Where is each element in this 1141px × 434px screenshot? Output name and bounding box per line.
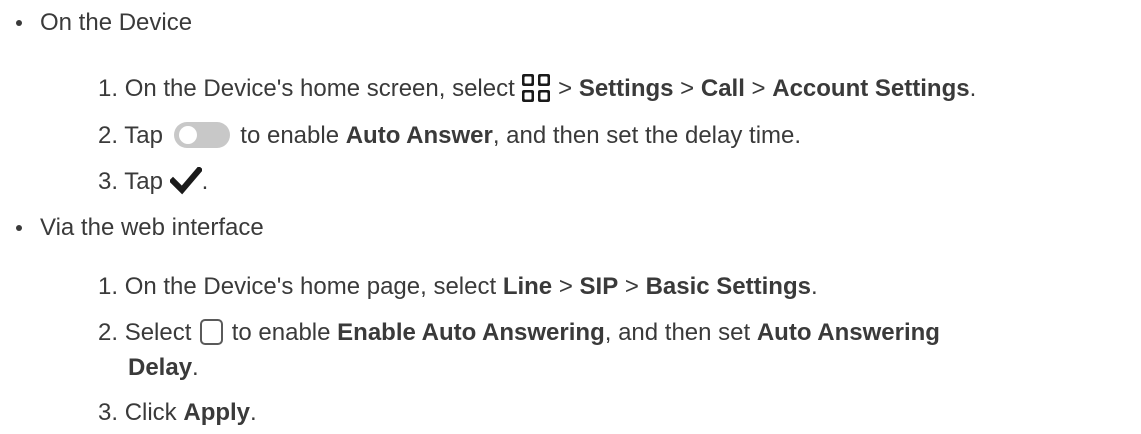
separator: >	[618, 273, 646, 300]
period: .	[810, 273, 818, 300]
step-number: 3.	[98, 399, 119, 426]
separator: >	[673, 75, 701, 102]
menu-sip: SIP	[579, 273, 619, 300]
menu-settings: Settings	[578, 75, 674, 102]
toggle-switch-icon	[173, 121, 230, 148]
section-title-device: On the Device	[40, 8, 192, 38]
step-number: 1.	[98, 273, 119, 300]
button-apply-label: Apply	[183, 399, 251, 426]
step-text: to enable	[233, 122, 346, 149]
menu-basic-settings: Basic Settings	[645, 273, 811, 300]
option-auto-answering-delay-cont: Delay	[128, 354, 193, 381]
step-number: 2.	[98, 122, 119, 149]
separator: >	[551, 75, 579, 102]
step-number: 2.	[98, 319, 119, 346]
separator: >	[552, 273, 580, 300]
option-enable-auto-answering: Enable Auto Answering	[337, 319, 605, 346]
web-step-2-continued: Delay.	[128, 353, 199, 383]
web-step-2: 2. Select to enable Enable Auto Answerin…	[98, 318, 940, 348]
section-title-text: On the Device	[40, 9, 193, 36]
step-text: Click	[124, 399, 184, 426]
device-step-2: 2. Tap to enable Auto Answer, and then s…	[98, 121, 801, 151]
apps-grid-icon	[521, 73, 551, 103]
bullet	[16, 225, 22, 231]
period: .	[192, 354, 199, 381]
step-text: Select	[124, 319, 199, 346]
device-step-1: 1. On the Device's home screen, select >…	[98, 73, 977, 105]
step-text: On the Device's home screen, select	[124, 75, 522, 102]
period: .	[250, 399, 257, 426]
section-title-web: Via the web interface	[40, 213, 264, 243]
feature-auto-answer: Auto Answer	[345, 122, 493, 149]
separator: >	[744, 75, 773, 102]
step-number: 3.	[98, 168, 119, 195]
step-text: Tap	[124, 122, 170, 149]
toggle-knob	[178, 125, 197, 144]
section-title-text: Via the web interface	[40, 214, 264, 241]
period: .	[969, 75, 977, 102]
menu-line: Line	[502, 273, 553, 300]
checkmark-icon	[168, 165, 203, 195]
menu-account-settings: Account Settings	[772, 75, 970, 102]
web-step-3: 3. Click Apply.	[98, 398, 257, 428]
step-text: Tap	[124, 168, 170, 195]
instructions-document: On the Device 1. On the Device's home sc…	[0, 0, 1141, 434]
option-auto-answering-delay: Auto Answering	[756, 319, 940, 346]
step-text: On the Device's home page, select	[124, 273, 503, 300]
period: .	[201, 168, 209, 195]
step-text: to enable	[225, 319, 338, 346]
checkbox-icon	[200, 318, 224, 345]
step-number: 1.	[98, 75, 119, 102]
device-step-3: 3. Tap .	[98, 165, 209, 197]
step-text: , and then set the delay time.	[492, 122, 802, 149]
bullet	[16, 20, 22, 26]
menu-call: Call	[700, 75, 745, 102]
web-step-1: 1. On the Device's home page, select Lin…	[98, 272, 818, 302]
step-text: , and then set	[604, 319, 757, 346]
